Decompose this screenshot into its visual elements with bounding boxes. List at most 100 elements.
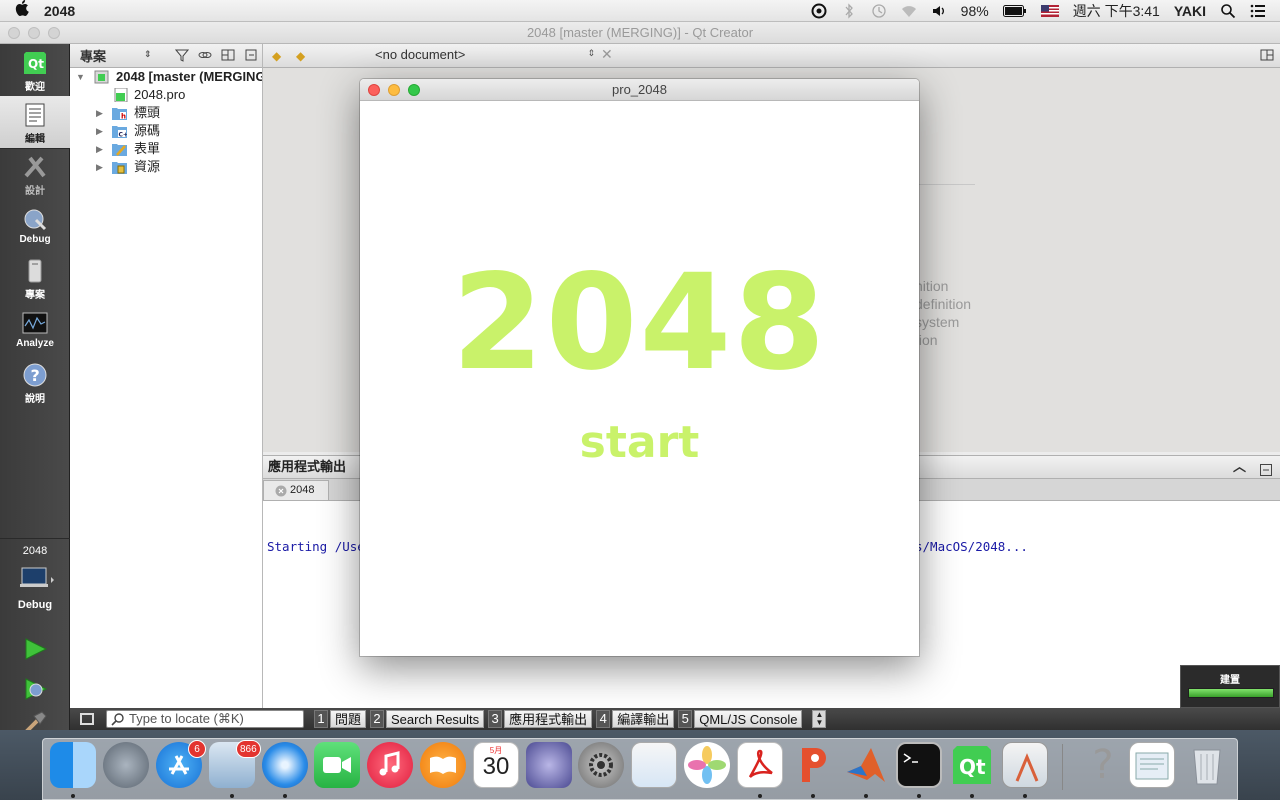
pane-button-application-output[interactable]: 3 應用程式輸出 (488, 710, 593, 728)
notification-center-icon[interactable] (1250, 3, 1266, 19)
sync-icon[interactable] (811, 3, 827, 19)
minimize-window-button[interactable] (28, 27, 40, 39)
project-panel: 專案 ⇕ ▼ 2048 [master (MERGING)] 2048.pro … (70, 44, 263, 708)
window-title: 2048 [master (MERGING)] - Qt Creator (526, 25, 754, 40)
preview-icon[interactable] (631, 742, 677, 788)
time-machine-icon[interactable] (871, 3, 887, 19)
start-button[interactable]: start (360, 421, 919, 465)
pane-number: 1 (314, 710, 328, 728)
system-preferences-icon[interactable] (578, 742, 624, 788)
battery-icon[interactable] (1002, 5, 1027, 17)
pane-button-search-results[interactable]: 2 Search Results (370, 710, 485, 728)
expand-arrow-icon[interactable]: ▶ (96, 140, 106, 158)
terminal-icon[interactable] (896, 742, 942, 788)
itunes-icon[interactable] (367, 742, 413, 788)
pane-button-qml-console[interactable]: 5 QML/JS Console (678, 710, 803, 728)
wifi-icon[interactable] (901, 3, 917, 19)
tree-item-headers[interactable]: ▶ h 標頭 (70, 104, 262, 122)
game-minimize-button[interactable] (388, 84, 400, 96)
acrobat-icon[interactable] (737, 742, 783, 788)
volume-icon[interactable] (931, 3, 947, 19)
powerpoint-icon[interactable] (790, 742, 836, 788)
ibooks-icon[interactable] (420, 742, 466, 788)
launchpad-icon[interactable] (103, 742, 149, 788)
mode-welcome[interactable]: Qt 歡迎 (0, 44, 70, 96)
mode-projects[interactable]: 專案 (0, 252, 70, 304)
running-indicator (811, 794, 815, 798)
output-line-start: Starting /Use (267, 539, 365, 554)
project-panel-toolbar: 專案 ⇕ (70, 44, 262, 68)
game-close-button[interactable] (368, 84, 380, 96)
mode-debug-label: Debug (19, 234, 51, 245)
tree-item-forms[interactable]: ▶ 表單 (70, 140, 262, 158)
project-panel-title[interactable]: 專案 (80, 46, 106, 65)
link-sync-icon[interactable] (198, 48, 212, 62)
expand-arrow-icon[interactable]: ▼ (76, 68, 86, 86)
app-menu[interactable]: 2048 (44, 3, 75, 19)
mode-projects-label: 專案 (25, 290, 45, 301)
expand-arrow-icon[interactable]: ▶ (96, 104, 106, 122)
more-panes-button[interactable]: ▲ ▼ (812, 710, 827, 728)
kit-selector[interactable] (20, 566, 54, 590)
calendar-icon[interactable]: 5月 30 (473, 742, 519, 788)
clock[interactable]: 週六 下午3:41 (1073, 1, 1160, 21)
maximize-pane-icon[interactable]: ︿ (1233, 456, 1246, 478)
split-editor-icon[interactable] (1260, 48, 1274, 65)
matlab-icon[interactable] (843, 742, 889, 788)
facetime-icon[interactable] (314, 742, 360, 788)
mode-analyze[interactable]: Analyze (0, 304, 70, 356)
filter-icon[interactable] (174, 48, 190, 62)
expand-arrow-icon[interactable]: ▶ (96, 158, 106, 176)
pane-button-compile-output[interactable]: 4 編譯輸出 (596, 710, 675, 728)
kit-build-config: Debug (17, 599, 53, 611)
close-window-button[interactable] (8, 27, 20, 39)
split-icon[interactable] (221, 48, 235, 62)
mode-debug[interactable]: Debug (0, 200, 70, 252)
locator-input[interactable]: Type to locate (⌘K) (106, 710, 304, 728)
script-editor-icon[interactable] (526, 742, 572, 788)
navigate-back-icon[interactable]: ◆ (272, 49, 281, 63)
pane-button-issues[interactable]: 1 問題 (314, 710, 367, 728)
game-zoom-button[interactable] (408, 84, 420, 96)
pane-number: 5 (678, 710, 693, 728)
close-document-icon[interactable]: ✕ (601, 46, 613, 63)
tree-root-project[interactable]: ▼ 2048 [master (MERGING)] (70, 68, 262, 86)
documents-stack-icon[interactable] (1129, 742, 1175, 788)
close-panel-icon[interactable] (244, 48, 258, 62)
tree-item-resources[interactable]: ▶ 資源 (70, 158, 262, 176)
panel-selector-arrows-icon[interactable]: ⇕ (144, 49, 152, 60)
finder-icon[interactable] (50, 742, 96, 788)
battery-percent[interactable]: 98% (961, 3, 989, 19)
edit-document-icon (25, 103, 45, 127)
photos-icon[interactable] (684, 742, 730, 788)
run-button[interactable] (22, 636, 48, 662)
mode-design[interactable]: 設計 (0, 148, 70, 200)
mode-help-label: 說明 (25, 394, 45, 405)
folder-resources-icon (112, 162, 127, 174)
help-question-icon[interactable]: ? (1080, 742, 1126, 788)
output-tab[interactable]: 2048 (263, 480, 329, 500)
game-headline: 2048 (451, 246, 828, 400)
qt-creator-icon[interactable]: Qt (949, 742, 995, 788)
input-source-flag-icon[interactable] (1040, 5, 1059, 17)
trash-icon[interactable] (1184, 742, 1230, 788)
mode-edit[interactable]: 編輯 (0, 96, 70, 148)
pane-label: 問題 (330, 710, 367, 728)
mode-help[interactable]: ? 說明 (0, 356, 70, 408)
spotlight-icon[interactable] (1220, 3, 1236, 19)
tree-item-sources[interactable]: ▶ C+ 源碼 (70, 122, 262, 140)
debug-run-button[interactable] (22, 676, 48, 702)
navigate-forward-icon[interactable]: ◆ (296, 49, 305, 63)
document-selector[interactable]: <no document> ⇕ (375, 47, 595, 65)
bluetooth-icon[interactable] (841, 3, 857, 19)
expand-arrow-icon[interactable]: ▶ (96, 122, 106, 140)
toggle-sidebar-button[interactable] (80, 713, 94, 725)
safari-icon[interactable] (262, 742, 308, 788)
mode-analyze-label: Analyze (16, 338, 54, 349)
apple-menu-icon[interactable] (0, 0, 44, 21)
developer-tool-icon[interactable] (1002, 742, 1048, 788)
tree-item-pro-file[interactable]: 2048.pro (70, 86, 262, 104)
zoom-window-button[interactable] (48, 27, 60, 39)
running-indicator (758, 794, 762, 798)
user-menu[interactable]: YAKI (1174, 3, 1206, 19)
